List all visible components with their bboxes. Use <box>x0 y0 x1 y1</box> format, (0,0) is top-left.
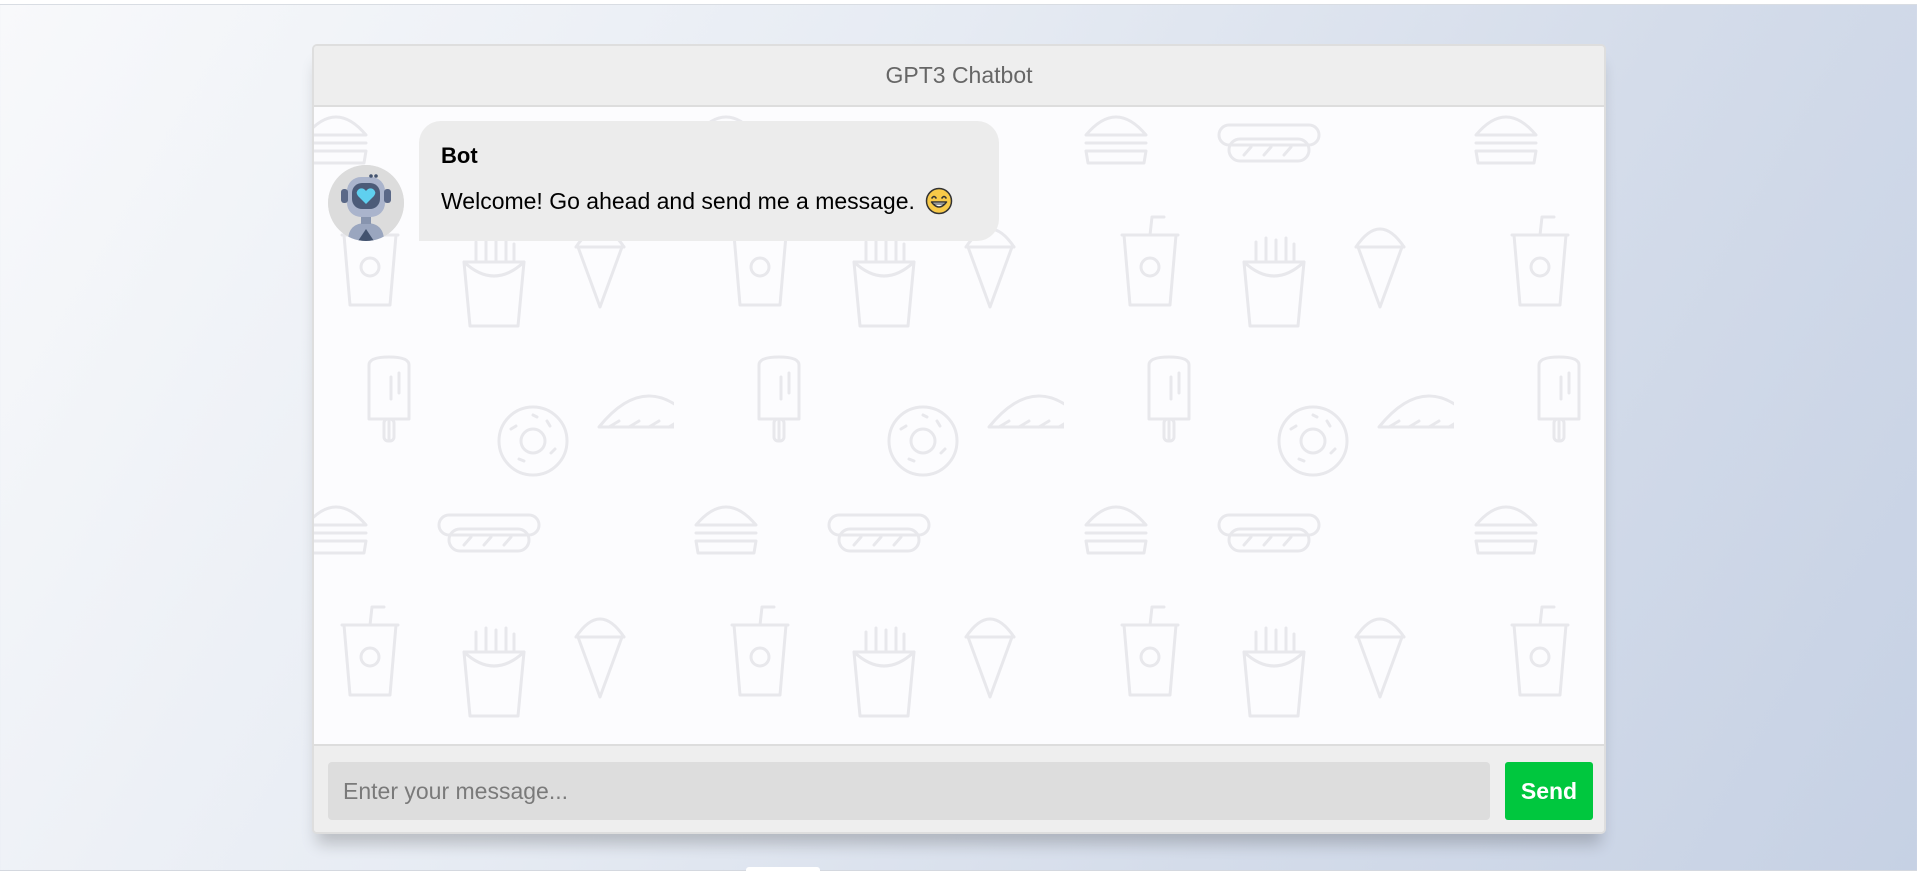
chat-header: GPT3 Chatbot <box>314 46 1604 107</box>
bot-message-bubble: Bot Welcome! Go ahead and send me a mess… <box>419 121 999 241</box>
bottom-scroll-tab <box>746 867 820 873</box>
chat-messages-area[interactable]: Bot Welcome! Go ahead and send me a mess… <box>314 107 1604 744</box>
browser-top-edge <box>0 0 1917 5</box>
message-sender-name: Bot <box>441 143 478 168</box>
grinning-face-emoji-icon <box>925 187 953 215</box>
send-button[interactable]: Send <box>1505 762 1593 820</box>
message-input[interactable] <box>328 762 1490 820</box>
message-text-line: Welcome! Go ahead and send me a message. <box>441 187 975 215</box>
message-row: Bot Welcome! Go ahead and send me a mess… <box>328 121 999 241</box>
chat-title: GPT3 Chatbot <box>885 62 1033 88</box>
message-text: Welcome! Go ahead and send me a message. <box>441 187 915 214</box>
chat-window: GPT3 Chatbot Bot Welcome! Go ahead and s… <box>312 44 1606 834</box>
message-composer: Send <box>314 744 1604 832</box>
robot-avatar-icon <box>328 165 404 241</box>
